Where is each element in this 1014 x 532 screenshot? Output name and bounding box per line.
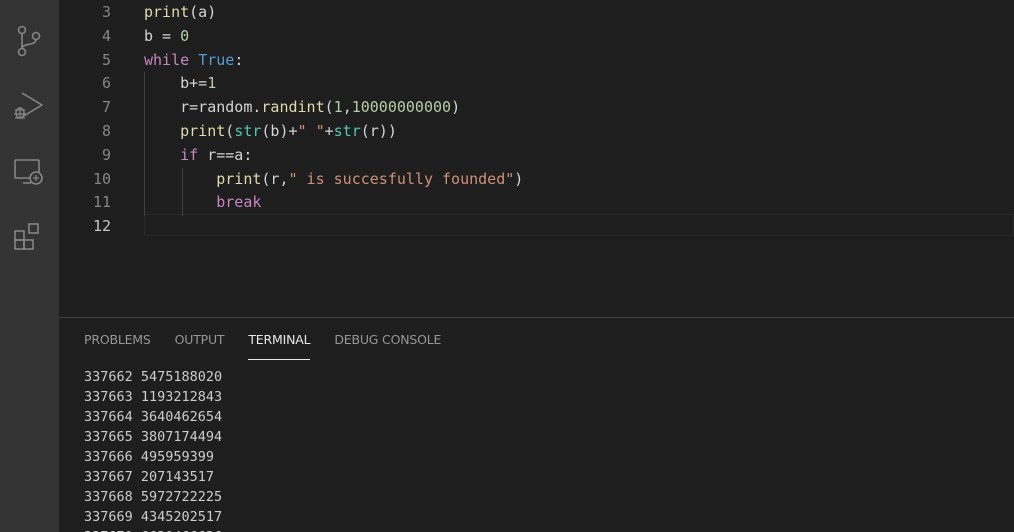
terminal-line: 337663 1193212843 — [84, 389, 223, 405]
line-number: 9 — [101, 145, 111, 164]
terminal-line: 337662 5475188020 — [84, 369, 223, 385]
code-line: 10 print(r," is succesfully founded") — [59, 167, 1014, 191]
code-token: ) — [451, 98, 461, 117]
source-control-icon[interactable] — [12, 24, 46, 58]
code-text: print(str(b)+" "+str(r)) — [144, 119, 397, 143]
tab-debug-console[interactable]: DEBUG CONSOLE — [334, 318, 441, 358]
code-line: 3 print(a) — [59, 0, 1014, 24]
terminal-line: 337668 5972722225 — [84, 489, 223, 505]
code-token: (r, — [261, 169, 289, 188]
tab-output[interactable]: OUTPUT — [175, 318, 225, 358]
code-token: while — [144, 50, 190, 69]
line-number: 8 — [101, 122, 111, 140]
code-token: + — [324, 122, 334, 140]
terminal-line: 337665 3807174494 — [84, 429, 223, 445]
code-editor[interactable]: 3 print(a) 4 b = 0 5 while True: 6 b+=1 7 r=ran… — [59, 0, 1014, 317]
code-token: print — [180, 122, 226, 140]
remote-explorer-icon[interactable] — [12, 155, 46, 189]
code-line: 8 print(str(b)+" "+str(r)) — [59, 119, 1014, 143]
run-debug-icon[interactable] — [12, 89, 46, 123]
code-token: ( — [225, 122, 235, 140]
code-text: break — [144, 190, 261, 214]
line-number: 6 — [101, 74, 111, 93]
code-token: True — [198, 50, 235, 69]
code-line: 4 b = 0 — [59, 24, 1014, 48]
code-token: " " — [297, 122, 325, 140]
terminal-line: 337667 207143517 — [84, 469, 215, 485]
code-text: b+=1 — [144, 71, 216, 95]
code-token: : — [234, 50, 244, 69]
code-line: 9 if r==a: — [59, 143, 1014, 167]
line-number: 11 — [92, 193, 111, 212]
code-token: ) — [514, 169, 524, 188]
code-token: print — [216, 169, 262, 188]
code-token: , — [342, 98, 352, 117]
line-number: 7 — [101, 98, 111, 117]
line-number: 5 — [101, 50, 111, 69]
panel-tabs: PROBLEMS OUTPUT TERMINAL DEBUG CONSOLE — [84, 318, 465, 360]
terminal-line: 337669 4345202517 — [84, 509, 223, 525]
code-text: while True: — [144, 48, 243, 72]
code-line: 11 break — [59, 190, 1014, 214]
code-token: 10000000000 — [351, 98, 452, 117]
terminal-output[interactable]: 337662 5475188020 337663 1193212843 337664… — [84, 367, 1004, 532]
bottom-panel: PROBLEMS OUTPUT TERMINAL DEBUG CONSOLE 3… — [59, 317, 1014, 532]
terminal-line: 337666 495959399 — [84, 449, 215, 465]
tab-terminal[interactable]: TERMINAL — [248, 318, 311, 360]
code-text: r=random.randint(1,10000000000) — [144, 95, 460, 119]
code-token: (a) — [189, 3, 217, 21]
line-number: 10 — [92, 169, 111, 188]
code-token: r==a: — [198, 145, 253, 164]
code-line: 5 while True: — [59, 48, 1014, 72]
vscode-window: 3 print(a) 4 b = 0 5 while True: 6 b+=1 7 r=ran… — [0, 0, 1014, 532]
code-token: randint — [261, 98, 325, 117]
code-text: print(a) — [144, 0, 216, 24]
line-number: 12 — [92, 217, 111, 236]
code-line: 12 — [59, 214, 1014, 238]
code-token: print — [144, 3, 190, 21]
line-number: 4 — [101, 26, 111, 45]
code-token: 1 — [333, 98, 343, 117]
code-text: print(r," is succesfully founded") — [144, 167, 523, 191]
line-number: 3 — [101, 3, 111, 21]
terminal-line: 337664 3640462654 — [84, 409, 223, 425]
code-token: " is succesfully founded" — [288, 169, 515, 188]
terminal-line: 337670 6630466636 — [84, 527, 1004, 532]
activity-bar — [0, 0, 59, 532]
code-line: 7 r=random.randint(1,10000000000) — [59, 95, 1014, 119]
code-text: if r==a: — [144, 143, 252, 167]
code-token: (b)+ — [261, 122, 298, 140]
code-token: 1 — [207, 74, 217, 93]
tab-problems[interactable]: PROBLEMS — [84, 318, 151, 358]
code-text: b = 0 — [144, 24, 189, 48]
code-token: (r)) — [360, 122, 397, 140]
extensions-icon[interactable] — [12, 220, 46, 254]
code-token: str — [234, 122, 262, 140]
code-token: str — [333, 122, 361, 140]
code-token: break — [216, 193, 262, 212]
code-token: 0 — [180, 26, 190, 45]
code-token: b+= — [144, 74, 208, 93]
code-token: if — [180, 145, 199, 164]
code-line: 6 b+=1 — [59, 71, 1014, 95]
code-token: b = — [144, 26, 181, 45]
code-token: ( — [324, 98, 334, 117]
code-token: r=random. — [144, 98, 262, 117]
